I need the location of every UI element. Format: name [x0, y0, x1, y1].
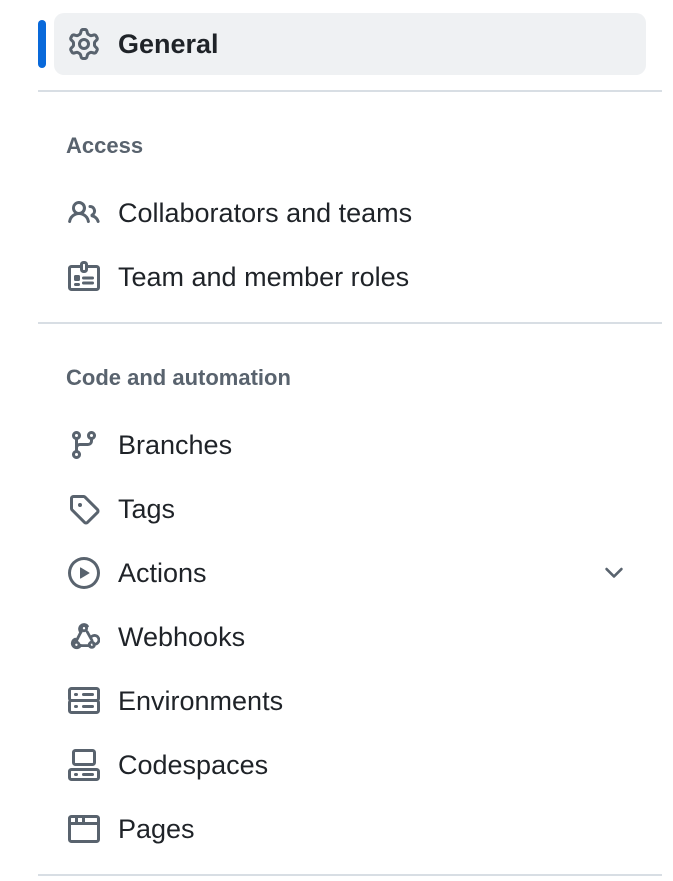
sidebar-item-label: Environments — [118, 686, 284, 716]
sidebar-item-label: Webhooks — [118, 622, 246, 652]
sidebar-item-general[interactable]: General — [54, 13, 646, 75]
active-indicator — [38, 20, 46, 68]
section-heading-code-automation: Code and automation — [66, 365, 291, 390]
divider — [38, 874, 662, 876]
sidebar-item-label: General — [118, 29, 219, 59]
play-icon — [68, 557, 100, 589]
sidebar-item-label: Branches — [118, 430, 233, 460]
sidebar-item-label: Codespaces — [118, 750, 269, 780]
sidebar-item-label: Actions — [118, 558, 207, 588]
sidebar-item-team-roles[interactable]: Team and member roles — [54, 246, 646, 308]
sidebar-item-environments[interactable]: Environments — [54, 670, 646, 732]
gear-icon — [68, 28, 100, 60]
sidebar-item-label: Tags — [118, 494, 176, 524]
sidebar-item-label: Pages — [118, 814, 195, 844]
sidebar-item-webhooks[interactable]: Webhooks — [54, 606, 646, 668]
codespaces-icon — [68, 749, 100, 781]
sidebar-item-label: Collaborators and teams — [118, 198, 413, 228]
webhook-icon — [68, 621, 100, 653]
sidebar-item-collaborators[interactable]: Collaborators and teams — [54, 182, 646, 244]
sidebar-item-tags[interactable]: Tags — [54, 478, 646, 540]
section-heading-access: Access — [66, 133, 144, 158]
sidebar-item-actions[interactable]: Actions — [54, 542, 646, 604]
sidebar-item-branches[interactable]: Branches — [54, 414, 646, 476]
divider — [38, 90, 662, 92]
settings-sidebar: General Access Collaborators and teams T… — [0, 0, 673, 881]
people-icon — [68, 197, 100, 229]
divider — [38, 322, 662, 324]
browser-icon — [68, 813, 100, 845]
tag-icon — [68, 493, 100, 525]
sidebar-item-codespaces[interactable]: Codespaces — [54, 734, 646, 796]
id-badge-icon — [68, 261, 100, 293]
server-icon — [68, 685, 100, 717]
git-branch-icon — [68, 429, 100, 461]
sidebar-item-pages[interactable]: Pages — [54, 798, 646, 860]
sidebar-item-label: Team and member roles — [118, 262, 410, 292]
chevron-down-icon[interactable] — [600, 559, 628, 587]
